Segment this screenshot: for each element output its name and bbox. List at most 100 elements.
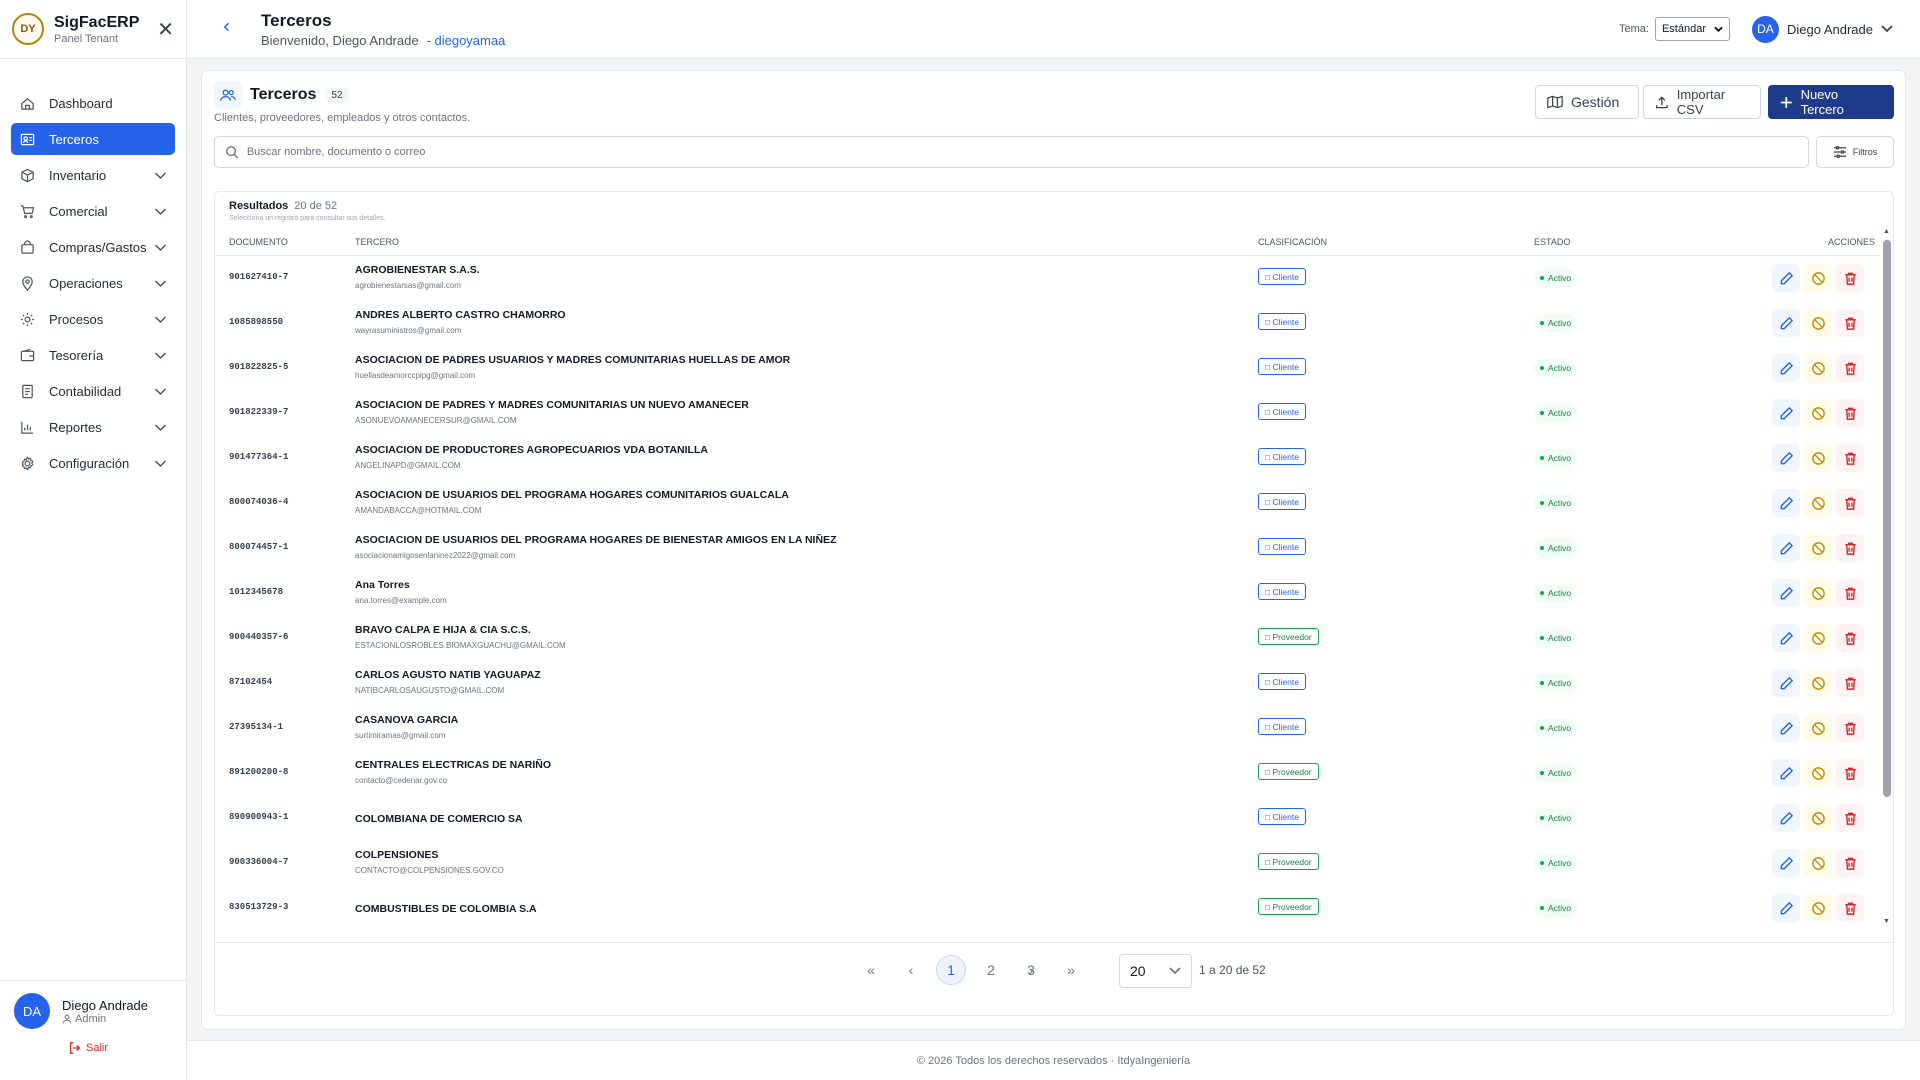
sidebar-item-procesos[interactable]: Procesos — [11, 303, 175, 335]
page-button[interactable]: 1 — [936, 955, 966, 985]
edit-button[interactable] — [1772, 534, 1800, 562]
table-row[interactable]: 891200200-8 CENTRALES ELECTRICAS DE NARIÑ… — [215, 751, 1880, 796]
delete-button[interactable] — [1836, 579, 1864, 607]
table-row[interactable]: 901627410-7 AGROBIENESTAR S.A.S. agrobiene… — [215, 256, 1880, 301]
deactivate-button[interactable] — [1804, 804, 1832, 832]
chevron-down-icon[interactable] — [154, 384, 167, 399]
chevron-down-icon[interactable] — [154, 312, 167, 327]
next-page-icon[interactable]: › — [1016, 955, 1046, 985]
table-row[interactable]: 830513729-3 COMBUSTIBLES DE COLOMBIA S.A □… — [215, 886, 1880, 929]
theme-select[interactable]: Estándar — [1654, 17, 1730, 41]
delete-button[interactable] — [1836, 399, 1864, 427]
table-row[interactable]: 901822339-7 ASOCIACION DE PADRES Y MADRES… — [215, 391, 1880, 436]
username-link[interactable]: - diegoyamaa — [427, 33, 506, 48]
delete-button[interactable] — [1836, 309, 1864, 337]
delete-button[interactable] — [1836, 534, 1864, 562]
chevron-down-icon[interactable] — [154, 348, 167, 363]
chevron-down-icon[interactable] — [154, 204, 167, 219]
vertical-scrollbar[interactable]: ▲ ▼ — [1883, 228, 1891, 928]
delete-button[interactable] — [1836, 444, 1864, 472]
table-row[interactable]: 800074457-1 ASOCIACION DE USUARIOS DEL PR… — [215, 526, 1880, 571]
table-row[interactable]: 1012345678 Ana Torres ana.torres@example.c… — [215, 571, 1880, 616]
deactivate-button[interactable] — [1804, 669, 1832, 697]
deactivate-button[interactable] — [1804, 264, 1832, 292]
sidebar-item-tesorer-a[interactable]: Tesorería — [11, 339, 175, 371]
chevron-down-icon[interactable] — [154, 168, 167, 183]
chevron-down-icon[interactable] — [154, 240, 167, 255]
scroll-down-icon[interactable]: ▼ — [1883, 918, 1890, 925]
edit-button[interactable] — [1772, 624, 1800, 652]
avatar[interactable]: DA — [14, 993, 50, 1029]
new-tercero-button[interactable]: Nuevo Tercero — [1768, 85, 1894, 119]
topbar-user-name[interactable]: Diego Andrade — [1787, 22, 1873, 37]
import-csv-button[interactable]: Importar CSV — [1643, 85, 1761, 119]
edit-button[interactable] — [1772, 894, 1800, 922]
delete-button[interactable] — [1836, 849, 1864, 877]
delete-button[interactable] — [1836, 264, 1864, 292]
sidebar-item-compras-gastos[interactable]: Compras/Gastos — [11, 231, 175, 263]
delete-button[interactable] — [1836, 759, 1864, 787]
close-sidebar-icon[interactable]: ✕ — [157, 17, 174, 42]
delete-button[interactable] — [1836, 669, 1864, 697]
delete-button[interactable] — [1836, 354, 1864, 382]
page-button[interactable]: 2 — [976, 955, 1006, 985]
back-icon[interactable] — [222, 20, 242, 38]
sidebar-item-operaciones[interactable]: Operaciones — [11, 267, 175, 299]
deactivate-button[interactable] — [1804, 849, 1832, 877]
table-row[interactable]: 900440357-6 BRAVO CALPA E HIJA & CIA S.C.… — [215, 616, 1880, 661]
scroll-up-icon[interactable]: ▲ — [1883, 228, 1890, 235]
delete-button[interactable] — [1836, 804, 1864, 832]
edit-button[interactable] — [1772, 849, 1800, 877]
table-row[interactable]: 890900943-1 COLOMBIANA DE COMERCIO SA □ Cl… — [215, 796, 1880, 841]
topbar-avatar[interactable]: DA — [1751, 15, 1779, 43]
first-page-icon[interactable]: « — [856, 955, 886, 985]
deactivate-button[interactable] — [1804, 354, 1832, 382]
edit-button[interactable] — [1772, 444, 1800, 472]
gestion-button[interactable]: Gestión — [1535, 85, 1639, 119]
edit-button[interactable] — [1772, 759, 1800, 787]
delete-button[interactable] — [1836, 489, 1864, 517]
deactivate-button[interactable] — [1804, 309, 1832, 337]
search-input[interactable] — [246, 146, 1808, 158]
sidebar-item-comercial[interactable]: Comercial — [11, 195, 175, 227]
edit-button[interactable] — [1772, 489, 1800, 517]
deactivate-button[interactable] — [1804, 894, 1832, 922]
sidebar-item-configuraci-n[interactable]: Configuración — [11, 447, 175, 479]
table-row[interactable]: 800074036-4 ASOCIACION DE USUARIOS DEL PR… — [215, 481, 1880, 526]
delete-button[interactable] — [1836, 894, 1864, 922]
edit-button[interactable] — [1772, 309, 1800, 337]
deactivate-button[interactable] — [1804, 534, 1832, 562]
edit-button[interactable] — [1772, 804, 1800, 832]
sidebar-item-reportes[interactable]: Reportes — [11, 411, 175, 443]
deactivate-button[interactable] — [1804, 579, 1832, 607]
sidebar-item-terceros[interactable]: Terceros — [11, 123, 175, 155]
edit-button[interactable] — [1772, 354, 1800, 382]
deactivate-button[interactable] — [1804, 759, 1832, 787]
table-row[interactable]: 1085898550 ANDRES ALBERTO CASTRO CHAMORRO… — [215, 301, 1880, 346]
deactivate-button[interactable] — [1804, 624, 1832, 652]
edit-button[interactable] — [1772, 714, 1800, 742]
chevron-down-icon[interactable] — [154, 456, 167, 471]
delete-button[interactable] — [1836, 714, 1864, 742]
deactivate-button[interactable] — [1804, 714, 1832, 742]
table-row[interactable]: 900336004-7 COLPENSIONES CONTACTO@COLPENSI… — [215, 841, 1880, 886]
table-row[interactable]: 901477364-1 ASOCIACION DE PRODUCTORES AGR… — [215, 436, 1880, 481]
edit-button[interactable] — [1772, 264, 1800, 292]
deactivate-button[interactable] — [1804, 444, 1832, 472]
table-row[interactable]: 27395134-1 CASANOVA GARCIA surtimiramas@gm… — [215, 706, 1880, 751]
edit-button[interactable] — [1772, 669, 1800, 697]
page-size-select[interactable]: 20 — [1119, 954, 1192, 988]
edit-button[interactable] — [1772, 579, 1800, 607]
last-page-icon[interactable]: » — [1056, 955, 1086, 985]
chevron-down-icon[interactable] — [154, 420, 167, 435]
sidebar-item-dashboard[interactable]: Dashboard — [11, 87, 175, 119]
table-row[interactable]: 87102454 CARLOS AGUSTO NATIB YAGUAPAZ NATI… — [215, 661, 1880, 706]
prev-page-icon[interactable]: ‹ — [896, 955, 926, 985]
sidebar-item-inventario[interactable]: Inventario — [11, 159, 175, 191]
delete-button[interactable] — [1836, 624, 1864, 652]
chevron-down-icon[interactable] — [154, 276, 167, 291]
edit-button[interactable] — [1772, 399, 1800, 427]
logout-button[interactable]: Salir — [0, 1041, 186, 1055]
table-row[interactable]: 901822825-5 ASOCIACION DE PADRES USUARIOS… — [215, 346, 1880, 391]
deactivate-button[interactable] — [1804, 489, 1832, 517]
